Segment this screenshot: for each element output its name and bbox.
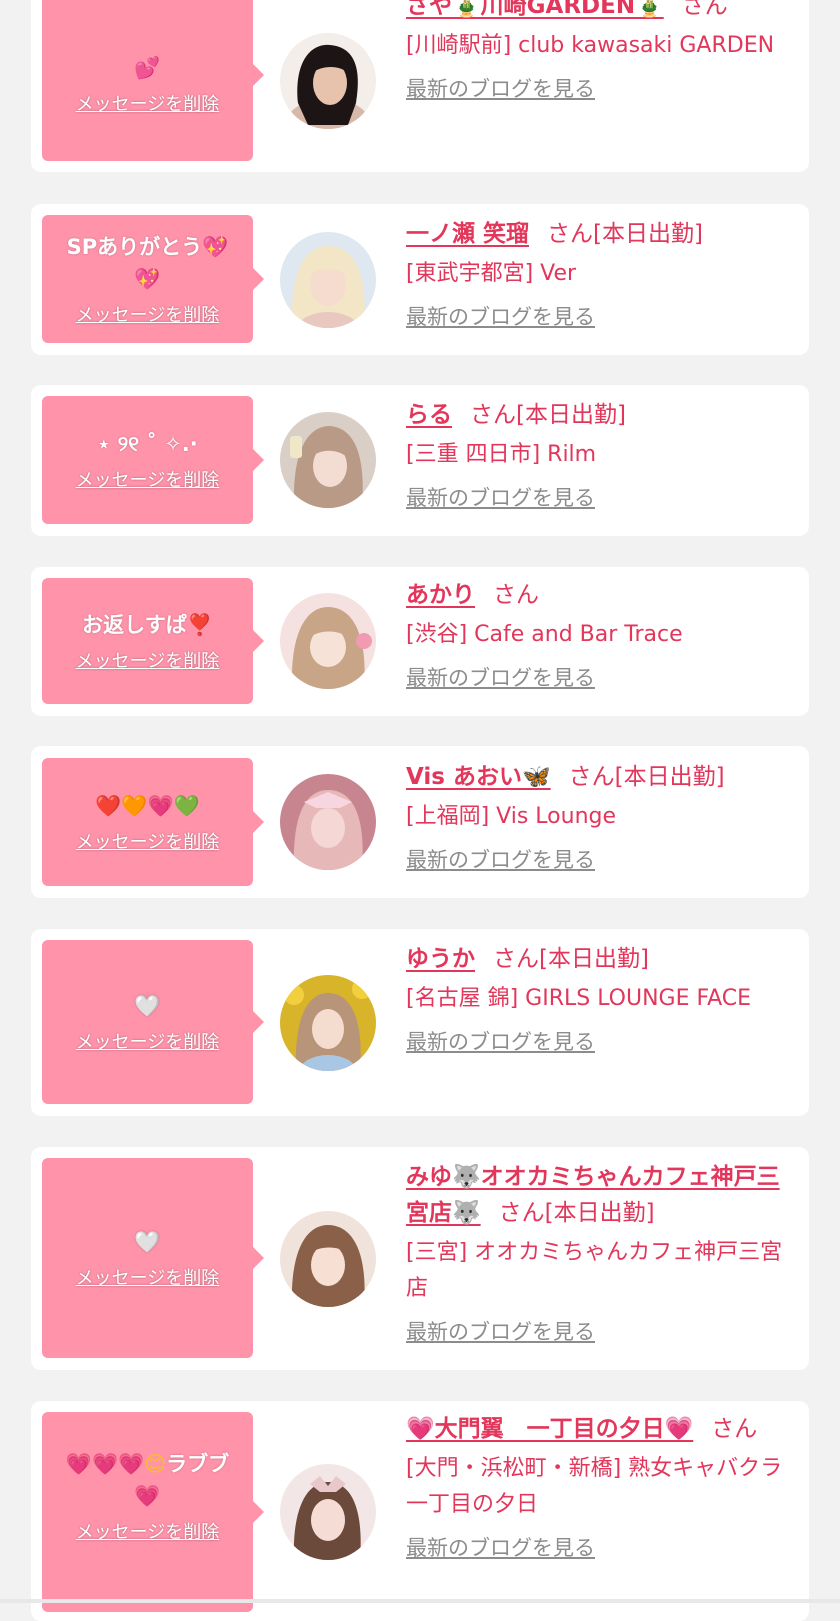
delete-message-link[interactable]: メッセージを削除	[76, 90, 220, 116]
avatar[interactable]	[280, 774, 376, 870]
message-text: ⋆ ୨୧ ˚ ✧.·	[97, 432, 198, 456]
latest-blog-link[interactable]: 最新のブログを見る	[406, 845, 595, 875]
name-line: みゆ🐺オオカミちゃんカフェ神戸三宮店🐺 さん[本日出勤]	[406, 1159, 787, 1231]
name-line: Vis あおい🦋 さん[本日出勤]	[406, 759, 787, 795]
message-card: ❤️🧡💗💚 メッセージを削除 Vis あおい🦋 さん[本日出勤] [上福岡] Vi…	[31, 746, 809, 898]
latest-blog-link[interactable]: 最新のブログを見る	[406, 663, 595, 693]
avatar[interactable]	[280, 232, 376, 328]
honorific: さん	[711, 1416, 758, 1442]
delete-message-link[interactable]: メッセージを削除	[76, 466, 220, 492]
attendance-status: [本日出勤]	[614, 764, 725, 790]
message-card: お返しすぱ❣️ メッセージを削除 あかり さん [渋谷] Cafe and Bar…	[31, 567, 809, 716]
latest-blog-link[interactable]: 最新のブログを見る	[406, 1027, 595, 1057]
attendance-status: [本日出勤]	[593, 221, 703, 247]
shop-name: [東武宇都宮] Ver	[406, 261, 577, 286]
cast-name-link[interactable]: さや🎍川崎GARDEN🎍	[406, 0, 664, 19]
delete-message-link[interactable]: メッセージを削除	[76, 828, 220, 854]
message-bubble: SPありがとう💖 💖 メッセージを削除	[42, 215, 264, 343]
avatar[interactable]	[280, 593, 376, 689]
avatar[interactable]	[280, 412, 376, 508]
honorific: さん	[470, 402, 516, 428]
message-text: SPありがとう💖 💖	[66, 235, 229, 291]
message-bubble: ⋆ ୨୧ ˚ ✧.· メッセージを削除	[42, 396, 264, 524]
cast-name-link[interactable]: ゆうか	[406, 946, 475, 972]
attendance-status: [本日出勤]	[544, 1200, 655, 1226]
message-text: 🤍	[134, 1230, 161, 1254]
shop-name: [名古屋 錦] GIRLS LOUNGE FACE	[406, 986, 752, 1011]
name-line: さや🎍川崎GARDEN🎍 さん	[406, 0, 787, 24]
cast-info: 一ノ瀬 笑瑠 さん[本日出勤] [東武宇都宮] Ver 最新のブログを見る	[406, 216, 787, 332]
latest-blog-link[interactable]: 最新のブログを見る	[406, 74, 595, 104]
attendance-status: [本日出勤]	[539, 946, 649, 972]
delete-message-link[interactable]: メッセージを削除	[76, 1028, 220, 1054]
cast-info: みゆ🐺オオカミちゃんカフェ神戸三宮店🐺 さん[本日出勤] [三宮] オオカミちゃん…	[406, 1159, 787, 1347]
latest-blog-link[interactable]: 最新のブログを見る	[406, 483, 595, 513]
honorific: さん	[493, 582, 539, 608]
avatar[interactable]	[280, 1464, 376, 1560]
message-card: SPありがとう💖 💖 メッセージを削除 一ノ瀬 笑瑠 さん[本日出勤] [東武宇都宮…	[31, 204, 809, 355]
honorific: さん	[493, 946, 539, 972]
cast-name-link[interactable]: 一ノ瀬 笑瑠	[406, 221, 529, 247]
cast-info: Vis あおい🦋 さん[本日出勤] [上福岡] Vis Lounge 最新のブログ…	[406, 759, 787, 875]
message-text: 🤍	[134, 994, 161, 1018]
message-bubble: 💗💗💗😊ラブブ 💗 メッセージを削除	[42, 1412, 264, 1612]
message-text: お返しすぱ❣️	[82, 613, 213, 637]
bottom-divider	[0, 1599, 840, 1603]
name-line: 一ノ瀬 笑瑠 さん[本日出勤]	[406, 216, 787, 252]
message-card: ⋆ ୨୧ ˚ ✧.· メッセージを削除 らる さん[本日出勤] [三重 四日市] …	[31, 385, 809, 536]
cast-info: さや🎍川崎GARDEN🎍 さん [川崎駅前] club kawasaki GARD…	[406, 0, 787, 104]
cast-info: あかり さん [渋谷] Cafe and Bar Trace 最新のブログを見る	[406, 577, 787, 693]
cast-info: らる さん[本日出勤] [三重 四日市] Rilm 最新のブログを見る	[406, 397, 787, 513]
message-card: 💗💗💗😊ラブブ 💗 メッセージを削除 💗大門翼 一丁目の夕日💗 さん [大門・浜松町…	[31, 1401, 809, 1621]
cast-name-link[interactable]: あかり	[406, 582, 475, 608]
cast-name-link[interactable]: らる	[406, 402, 452, 428]
avatar[interactable]	[280, 33, 376, 129]
latest-blog-link[interactable]: 最新のブログを見る	[406, 1533, 595, 1563]
delete-message-link[interactable]: メッセージを削除	[76, 1518, 220, 1544]
name-line: 💗大門翼 一丁目の夕日💗 さん	[406, 1411, 787, 1447]
avatar[interactable]	[280, 1211, 376, 1307]
message-bubble: 🤍 メッセージを削除	[42, 1158, 264, 1358]
honorific: さん	[681, 0, 728, 19]
honorific: さん	[498, 1200, 545, 1226]
shop-name: [大門・浜松町・新橋] 熟女キャバクラ 一丁目の夕日	[406, 1456, 783, 1517]
message-card: 💕 メッセージを削除 さや🎍川崎GARDEN🎍 さん [川崎駅前] club ka…	[31, 0, 809, 172]
shop-name: [渋谷] Cafe and Bar Trace	[406, 622, 683, 647]
latest-blog-link[interactable]: 最新のブログを見る	[406, 302, 595, 332]
cast-info: 💗大門翼 一丁目の夕日💗 さん [大門・浜松町・新橋] 熟女キャバクラ 一丁目の夕…	[406, 1411, 787, 1563]
shop-name: [三重 四日市] Rilm	[406, 442, 597, 467]
message-bubble: お返しすぱ❣️ メッセージを削除	[42, 578, 264, 704]
avatar[interactable]	[280, 975, 376, 1071]
name-line: あかり さん	[406, 577, 787, 613]
message-card: 🤍 メッセージを削除 ゆうか さん[本日出勤] [名古屋 錦] GIRLS LOU…	[31, 929, 809, 1116]
delete-message-link[interactable]: メッセージを削除	[76, 1264, 220, 1290]
message-bubble: 💕 メッセージを削除	[42, 0, 264, 161]
message-bubble: 🤍 メッセージを削除	[42, 940, 264, 1104]
honorific: さん	[568, 764, 615, 790]
name-line: ゆうか さん[本日出勤]	[406, 941, 787, 977]
honorific: さん	[547, 221, 594, 247]
delete-message-link[interactable]: メッセージを削除	[76, 647, 220, 673]
message-bubble: ❤️🧡💗💚 メッセージを削除	[42, 758, 264, 886]
cast-name-link[interactable]: Vis あおい🦋	[406, 764, 551, 790]
message-card: 🤍 メッセージを削除 みゆ🐺オオカミちゃんカフェ神戸三宮店🐺 さん[本日出勤] […	[31, 1147, 809, 1370]
message-text: 💗💗💗😊ラブブ 💗	[65, 1452, 230, 1508]
attendance-status: [本日出勤]	[516, 402, 626, 428]
cast-name-link[interactable]: 💗大門翼 一丁目の夕日💗	[406, 1416, 693, 1442]
shop-name: [三宮] オオカミちゃんカフェ神戸三宮店	[406, 1240, 783, 1301]
message-text: 💕	[134, 55, 161, 80]
shop-name: [上福岡] Vis Lounge	[406, 804, 617, 829]
cast-info: ゆうか さん[本日出勤] [名古屋 錦] GIRLS LOUNGE FACE 最新…	[406, 941, 787, 1057]
shop-name: [川崎駅前] club kawasaki GARDEN	[406, 33, 775, 58]
latest-blog-link[interactable]: 最新のブログを見る	[406, 1317, 595, 1347]
message-text: ❤️🧡💗💚	[95, 794, 200, 818]
delete-message-link[interactable]: メッセージを削除	[76, 301, 220, 327]
name-line: らる さん[本日出勤]	[406, 397, 787, 433]
